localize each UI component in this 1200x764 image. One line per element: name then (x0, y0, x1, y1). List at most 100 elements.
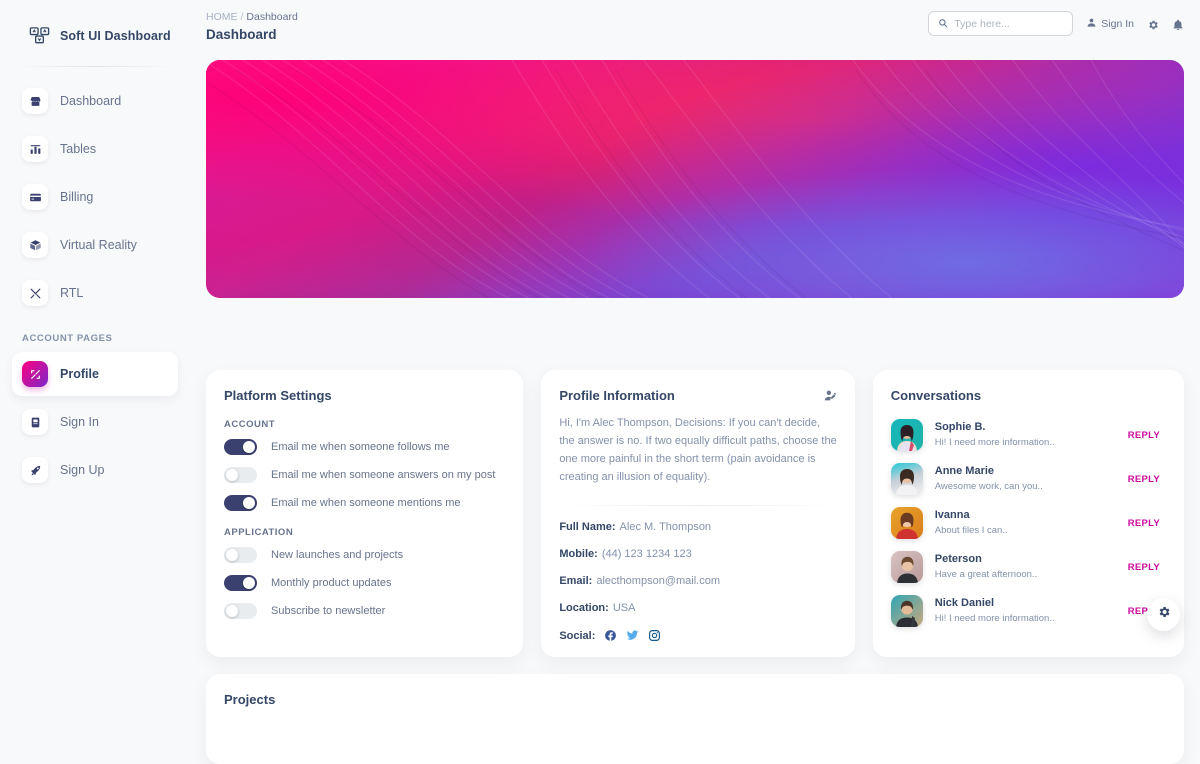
setting-row: Subscribe to newsletter (224, 603, 505, 619)
conversation-message: Awesome work, can you.. (935, 480, 1043, 494)
platform-settings-title: Platform Settings (224, 388, 505, 403)
setting-row: Email me when someone follows me (224, 439, 505, 455)
conversation-message: About files I can.. (935, 524, 1008, 538)
facebook-icon[interactable] (604, 629, 617, 642)
sidebar-item-tables[interactable]: Tables (12, 127, 178, 171)
profile-information-title: Profile Information (559, 388, 675, 403)
topbar-actions: Sign In (928, 11, 1184, 36)
social-links: Social: (559, 629, 836, 642)
bell-icon[interactable] (1172, 18, 1184, 30)
toggle-new-launches[interactable] (224, 547, 257, 563)
sidebar-item-virtual-reality[interactable]: Virtual Reality (12, 223, 178, 267)
setting-row: Email me when someone answers on my post (224, 467, 505, 483)
settings-fab-button[interactable] (1147, 598, 1180, 631)
conversation-name: Ivanna (935, 508, 1008, 523)
conversations-list: Sophie B. Hi! I need more information.. … (887, 413, 1170, 633)
list-item[interactable]: Nick Daniel Hi! I need more information.… (887, 589, 1170, 633)
toggle-knob (226, 549, 238, 561)
rocket-icon (22, 457, 48, 483)
conversation-text: Anne Marie Awesome work, can you.. (935, 464, 1043, 494)
info-label: Mobile: (559, 548, 598, 560)
sidebar-item-sign-in[interactable]: Sign In (12, 400, 178, 444)
info-field-email: Email:alecthompson@mail.com (559, 575, 836, 587)
toggle-email-follows[interactable] (224, 439, 257, 455)
setting-label: Monthly product updates (271, 577, 391, 589)
breadcrumb: HOME/Dashboard Dashboard (206, 10, 298, 44)
toggle-knob (243, 441, 255, 453)
toggle-newsletter[interactable] (224, 603, 257, 619)
conversation-message: Hi! I need more information.. (935, 612, 1055, 626)
list-item[interactable]: Anne Marie Awesome work, can you.. REPLY (887, 457, 1170, 501)
cards-row: Platform Settings ACCOUNT Email me when … (206, 370, 1184, 657)
credit-card-icon (22, 184, 48, 210)
conversations-card: Conversations Sophie B. Hi! I need more … (873, 370, 1184, 657)
conversation-text: Sophie B. Hi! I need more information.. (935, 420, 1055, 450)
toggle-email-mentions[interactable] (224, 495, 257, 511)
breadcrumb-current: Dashboard (246, 11, 297, 23)
sidebar-item-label: Virtual Reality (60, 238, 137, 252)
projects-card: Projects (206, 674, 1184, 764)
conversation-text: Peterson Have a great afternoon.. (935, 552, 1037, 582)
twitter-icon[interactable] (626, 629, 639, 642)
vr-box-icon (22, 232, 48, 258)
setting-label: Email me when someone answers on my post (271, 469, 495, 481)
setting-row: Email me when someone mentions me (224, 495, 505, 511)
list-item[interactable]: Ivanna About files I can.. REPLY (887, 501, 1170, 545)
info-field-mobile: Mobile: (44) 123 1234 123 (559, 548, 836, 560)
conversation-name: Sophie B. (935, 420, 1055, 435)
sidebar: Soft UI Dashboard Dashboard Tables Billi… (0, 0, 190, 649)
reply-button[interactable]: REPLY (1128, 518, 1166, 529)
sidebar-divider (16, 66, 174, 67)
sidebar-item-profile[interactable]: Profile (12, 352, 178, 396)
toggle-email-answers[interactable] (224, 467, 257, 483)
list-item[interactable]: Peterson Have a great afternoon.. REPLY (887, 545, 1170, 589)
sign-in-button[interactable]: Sign In (1086, 17, 1134, 31)
list-item[interactable]: Sophie B. Hi! I need more information.. … (887, 413, 1170, 457)
sophie-avatar (891, 419, 923, 451)
search-box[interactable] (928, 11, 1073, 36)
toggle-monthly-updates[interactable] (224, 575, 257, 591)
reply-button[interactable]: REPLY (1128, 430, 1166, 441)
sidebar-item-dashboard[interactable]: Dashboard (12, 79, 178, 123)
toggle-knob (226, 469, 238, 481)
info-value: (44) 123 1234 123 (602, 548, 692, 560)
brand-name: Soft UI Dashboard (60, 29, 171, 43)
document-icon (22, 409, 48, 435)
main-content: Alec Thompson CEO / Co-Founder App Messa… (190, 52, 1200, 298)
breadcrumb-separator: / (241, 11, 244, 23)
edit-profile-icon[interactable] (824, 389, 837, 402)
info-field-location: Location:USA (559, 602, 836, 614)
topbar: HOME/Dashboard Dashboard Sign In (190, 0, 1200, 52)
anne-marie-avatar (891, 463, 923, 495)
sidebar-item-billing[interactable]: Billing (12, 175, 178, 219)
profile-information-header: Profile Information (559, 388, 836, 403)
setting-label: Email me when someone follows me (271, 441, 450, 453)
instagram-icon[interactable] (648, 629, 661, 642)
reply-button[interactable]: REPLY (1128, 474, 1166, 485)
sidebar-nav: Dashboard Tables Billing Virtual Reality… (0, 79, 190, 492)
sidebar-item-label: Sign Up (60, 463, 104, 477)
sidebar-section-account-pages: ACCOUNT PAGES (12, 319, 178, 352)
sign-in-label: Sign In (1101, 18, 1134, 30)
search-icon (938, 15, 948, 33)
setting-label: Email me when someone mentions me (271, 497, 461, 509)
conversation-text: Nick Daniel Hi! I need more information.… (935, 596, 1055, 626)
setting-label: New launches and projects (271, 549, 403, 561)
divider (559, 505, 836, 506)
sidebar-item-label: RTL (60, 286, 83, 300)
page-title: Dashboard (206, 26, 298, 44)
sidebar-item-rtl[interactable]: RTL (12, 271, 178, 315)
profile-arrows-icon (22, 361, 48, 387)
sidebar-item-sign-up[interactable]: Sign Up (12, 448, 178, 492)
breadcrumb-home[interactable]: HOME (206, 11, 238, 23)
reply-button[interactable]: REPLY (1128, 562, 1166, 573)
sidebar-item-label: Dashboard (60, 94, 121, 108)
search-input[interactable] (954, 18, 1063, 30)
toggle-knob (226, 605, 238, 617)
gear-icon[interactable] (1147, 18, 1159, 30)
sidebar-item-label: Profile (60, 367, 99, 381)
setting-label: Subscribe to newsletter (271, 605, 385, 617)
conversation-name: Anne Marie (935, 464, 1043, 479)
brand[interactable]: Soft UI Dashboard (0, 0, 190, 52)
setting-row: Monthly product updates (224, 575, 505, 591)
